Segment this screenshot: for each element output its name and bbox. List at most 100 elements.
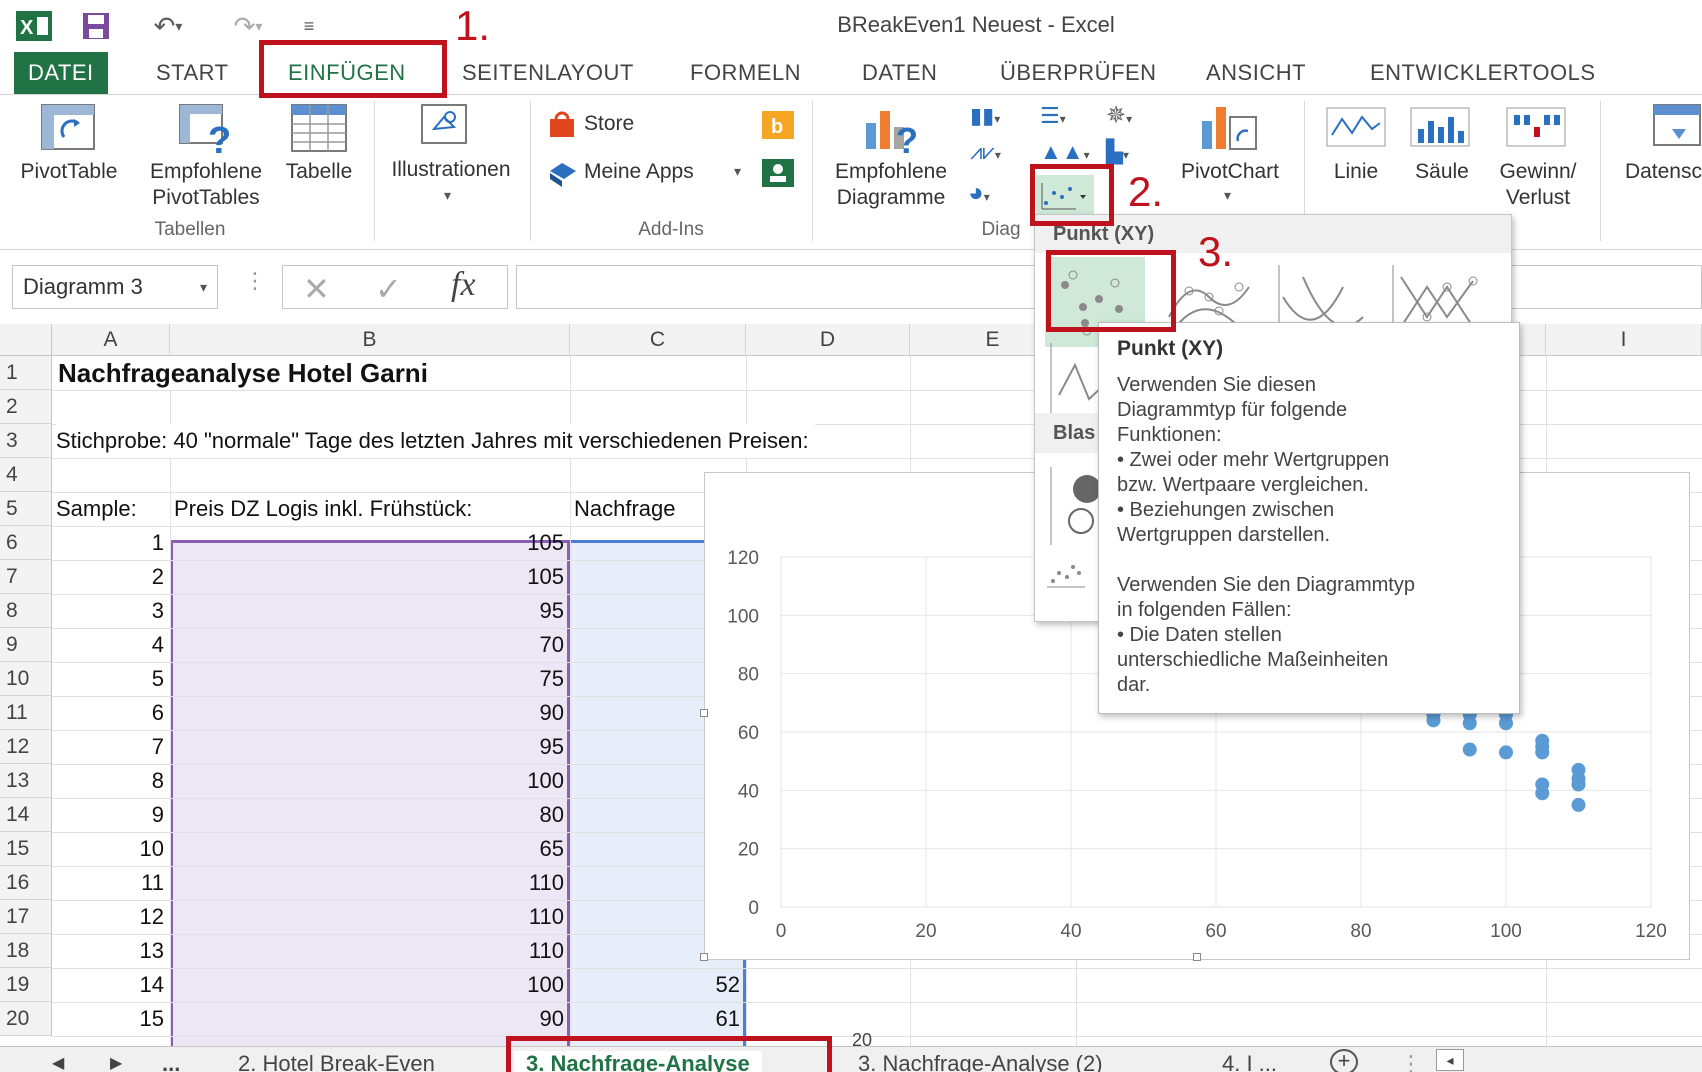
sheet-nav-next-icon[interactable]: ▶: [110, 1051, 122, 1072]
my-apps-icon[interactable]: [548, 159, 578, 192]
row-header[interactable]: 5: [0, 492, 52, 526]
bing-icon[interactable]: b: [762, 111, 794, 144]
tab-formeln[interactable]: FORMELN: [690, 52, 801, 94]
cell-price[interactable]: 70: [170, 628, 570, 662]
row-header[interactable]: 1: [0, 356, 52, 390]
row-header[interactable]: 11: [0, 696, 52, 730]
my-apps-button[interactable]: Meine Apps: [584, 159, 694, 185]
more-options-icon[interactable]: ⋮: [1400, 1051, 1422, 1072]
cell-price[interactable]: 100: [170, 968, 570, 1002]
scatter-point[interactable]: [1571, 777, 1586, 792]
row-header[interactable]: 14: [0, 798, 52, 832]
cell-price[interactable]: 90: [170, 696, 570, 730]
recommended-pivottables-button[interactable]: Empfohlene PivotTables: [136, 159, 276, 211]
cell-price[interactable]: 105: [170, 526, 570, 560]
row-header[interactable]: 15: [0, 832, 52, 866]
sheet-nav-more[interactable]: ...: [162, 1051, 180, 1072]
row-header[interactable]: 13: [0, 764, 52, 798]
people-graph-icon[interactable]: [762, 159, 794, 192]
cell-price[interactable]: 80: [170, 798, 570, 832]
cell-sample[interactable]: 1: [52, 526, 170, 560]
recommended-charts-icon[interactable]: ?: [862, 103, 920, 161]
scatter-point[interactable]: [1535, 786, 1550, 801]
resize-handle[interactable]: [1193, 953, 1201, 961]
header-price[interactable]: Preis DZ Logis inkl. Frühstück:: [174, 492, 472, 526]
cell-sample[interactable]: 3: [52, 594, 170, 628]
cell-sample[interactable]: 2: [52, 560, 170, 594]
cell-sample[interactable]: 8: [52, 764, 170, 798]
bar-chart-icon[interactable]: ☰▾: [1040, 103, 1066, 129]
store-icon[interactable]: [548, 111, 576, 144]
sheet-tab-hotel-break-even[interactable]: 2. Hotel Break-Even: [238, 1051, 435, 1072]
row-header[interactable]: 20: [0, 1002, 52, 1036]
insert-function-icon[interactable]: fx: [451, 266, 476, 304]
cell-price[interactable]: 95: [170, 730, 570, 764]
cell-sample[interactable]: 10: [52, 832, 170, 866]
cell-sample[interactable]: 12: [52, 900, 170, 934]
pivotchart-button[interactable]: PivotChart: [1166, 159, 1294, 185]
cell-price[interactable]: 90: [170, 1002, 570, 1036]
column-header-a[interactable]: A: [52, 324, 170, 356]
chevron-down-icon[interactable]: ▾: [444, 187, 451, 204]
combo-chart-icon[interactable]: ▙▾: [1106, 139, 1129, 165]
cell-price[interactable]: 110: [170, 934, 570, 968]
column-header-c[interactable]: C: [570, 324, 746, 356]
scatter-point[interactable]: [1462, 742, 1477, 757]
add-sheet-icon[interactable]: +: [1330, 1049, 1358, 1072]
cell-demand[interactable]: 52: [570, 968, 746, 1002]
row-header[interactable]: 8: [0, 594, 52, 628]
cancel-icon[interactable]: ✕: [303, 270, 330, 308]
area-chart-icon[interactable]: ▲▲▾: [1040, 139, 1090, 165]
cell-sample[interactable]: 4: [52, 628, 170, 662]
cell-demand[interactable]: 61: [570, 1002, 746, 1036]
cell-sample[interactable]: 11: [52, 866, 170, 900]
recommended-pivottables-icon[interactable]: ?: [178, 103, 234, 162]
row-header[interactable]: 18: [0, 934, 52, 968]
resize-handle[interactable]: [700, 953, 708, 961]
datasheet-button[interactable]: Datensc: [1610, 159, 1702, 185]
tab-ueberpruefen[interactable]: ÜBERPRÜFEN: [1000, 52, 1157, 94]
row-header[interactable]: 2: [0, 390, 52, 424]
pivottable-button[interactable]: PivotTable: [10, 159, 128, 185]
cell-price[interactable]: 105: [170, 560, 570, 594]
cell-sample[interactable]: 7: [52, 730, 170, 764]
resize-handle[interactable]: [700, 709, 708, 717]
row-header[interactable]: 16: [0, 866, 52, 900]
scatter-point[interactable]: [1499, 745, 1513, 760]
illustrations-button[interactable]: Illustrationen: [376, 157, 526, 183]
sheet-nav-prev-icon[interactable]: ◀: [52, 1051, 64, 1072]
name-box-dropdown-icon[interactable]: ▾: [200, 266, 207, 308]
column-header-d[interactable]: D: [746, 324, 910, 356]
cell-price[interactable]: 95: [170, 594, 570, 628]
sheet-tab-4[interactable]: 4. I ...: [1222, 1051, 1277, 1072]
column-header-i[interactable]: I: [1546, 324, 1702, 356]
pivotchart-dropdown-icon[interactable]: ▾: [1224, 187, 1231, 204]
store-button[interactable]: Store: [584, 111, 634, 137]
pivottable-icon[interactable]: [40, 103, 96, 156]
cell-sample[interactable]: 5: [52, 662, 170, 696]
row-header[interactable]: 12: [0, 730, 52, 764]
recommended-charts-button[interactable]: Empfohlene Diagramme: [818, 159, 964, 211]
sheet-subtitle[interactable]: Stichprobe: 40 "normale" Tage des letzte…: [56, 424, 815, 458]
cell-price[interactable]: 75: [170, 662, 570, 696]
column-chart-icon[interactable]: ▮▮▾: [970, 103, 1000, 129]
radar-chart-icon[interactable]: ✵▾: [1106, 101, 1132, 130]
scatter-point[interactable]: [1535, 733, 1550, 748]
pie-chart-icon[interactable]: ◕▾: [968, 177, 990, 208]
tab-entwicklertools[interactable]: ENTWICKLERTOOLS: [1370, 52, 1596, 94]
datasheet-icon[interactable]: [1652, 103, 1702, 158]
line-chart-icon[interactable]: ⩘⩗▾: [970, 139, 1001, 165]
sparkline-column-button[interactable]: Säule: [1404, 159, 1480, 185]
cell-sample[interactable]: 14: [52, 968, 170, 1002]
row-header[interactable]: 10: [0, 662, 52, 696]
row-header[interactable]: 4: [0, 458, 52, 492]
table-icon[interactable]: [290, 103, 348, 158]
sparkline-winloss-button[interactable]: Gewinn/ Verlust: [1488, 159, 1588, 211]
tab-seitenlayout[interactable]: SEITENLAYOUT: [462, 52, 634, 94]
sparkline-column-icon[interactable]: [1410, 107, 1470, 152]
my-apps-dropdown-icon[interactable]: ▾: [734, 163, 741, 180]
row-header[interactable]: 17: [0, 900, 52, 934]
column-header-b[interactable]: B: [170, 324, 570, 356]
more-scatter-charts-icon[interactable]: [1045, 555, 1105, 605]
header-demand[interactable]: Nachfrage: [574, 492, 676, 526]
